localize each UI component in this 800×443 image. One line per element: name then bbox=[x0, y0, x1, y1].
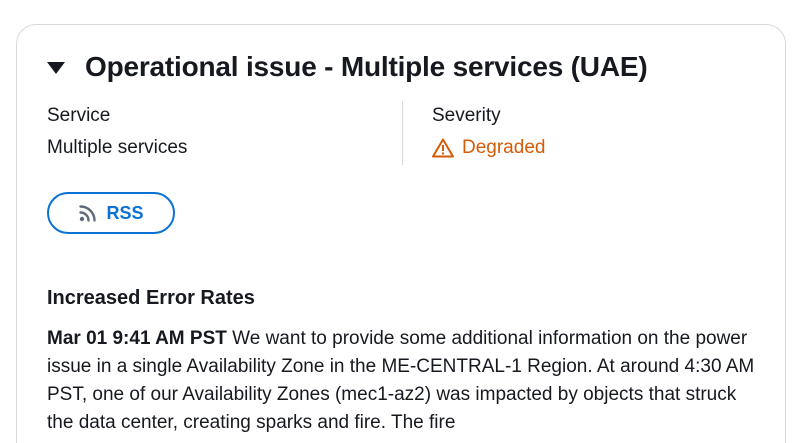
service-label: Service bbox=[47, 105, 111, 126]
rss-icon bbox=[78, 203, 98, 223]
warning-icon bbox=[432, 138, 454, 158]
rss-button-label: RSS bbox=[106, 202, 144, 223]
severity-label: Severity bbox=[432, 105, 501, 126]
update-body: Mar 01 9:41 AM PST We want to provide so… bbox=[47, 325, 767, 437]
column-divider bbox=[402, 101, 403, 165]
severity-column: Severity Degraded bbox=[432, 105, 545, 159]
event-title: Operational issue - Multiple services (U… bbox=[85, 51, 648, 82]
event-header-toggle[interactable]: Operational issue - Multiple services (U… bbox=[47, 51, 648, 83]
page: Operational issue - Multiple services (U… bbox=[0, 0, 800, 443]
service-column: Service Multiple services bbox=[47, 105, 187, 159]
rss-button[interactable]: RSS bbox=[47, 192, 175, 234]
update-heading: Increased Error Rates bbox=[47, 287, 255, 309]
caret-down-icon[interactable] bbox=[47, 62, 65, 74]
update-timestamp: Mar 01 9:41 AM PST bbox=[47, 328, 227, 349]
severity-status: Degraded bbox=[432, 137, 545, 159]
service-value: Multiple services bbox=[47, 137, 188, 158]
event-card: Operational issue - Multiple services (U… bbox=[16, 24, 786, 443]
severity-value: Degraded bbox=[462, 137, 546, 158]
